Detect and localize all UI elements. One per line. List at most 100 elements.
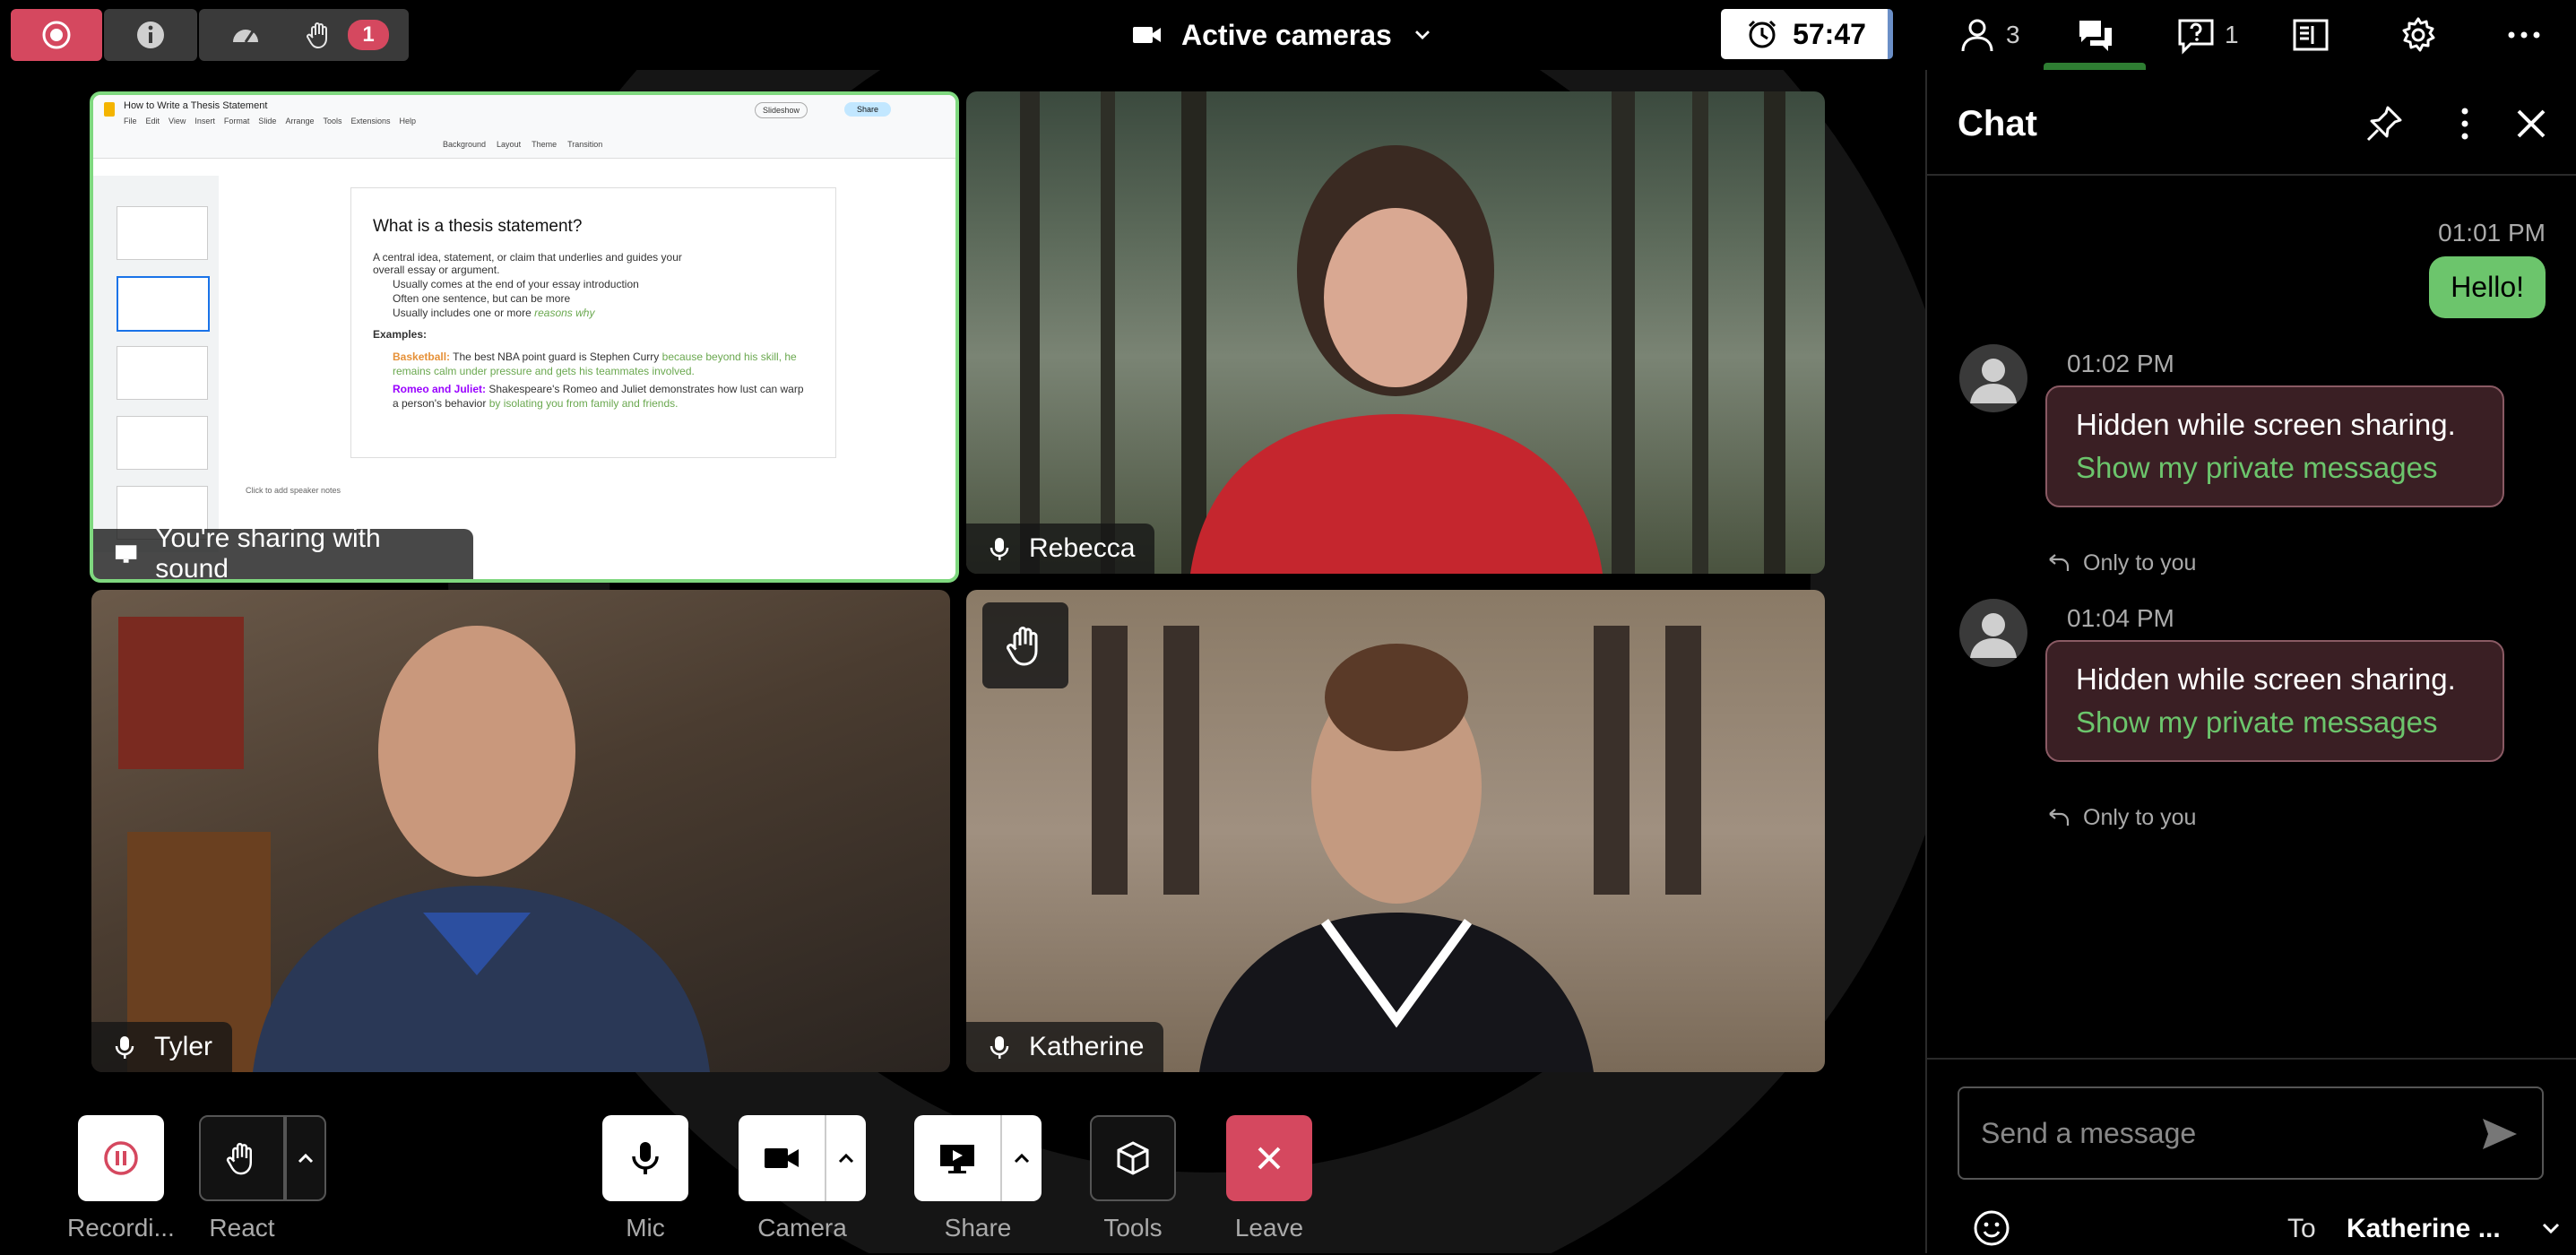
toolbar-item[interactable]: Background	[443, 140, 486, 149]
sent-message-bubble: Hello!	[2429, 256, 2546, 318]
private-message-bubble: Hidden while screen sharing. Show my pri…	[2045, 385, 2504, 507]
share-options-toggle[interactable]	[1000, 1115, 1042, 1201]
mic-button[interactable]	[602, 1115, 688, 1201]
slide-bullet: Often one sentence, but can be more	[393, 292, 571, 305]
gauge-icon	[233, 30, 258, 43]
share-status-pill: You're sharing with sound	[93, 524, 473, 579]
recording-indicator-button[interactable]	[11, 9, 102, 61]
menu-item[interactable]: Format	[224, 117, 250, 126]
meeting-info-button[interactable]	[104, 9, 197, 61]
camera-options-toggle[interactable]	[825, 1115, 866, 1201]
meeting-timer[interactable]: 57:47	[1721, 9, 1891, 59]
menu-item[interactable]: Tools	[323, 117, 341, 126]
chevron-up-icon	[838, 1153, 854, 1164]
monitor-icon	[115, 545, 137, 563]
more-options-button[interactable]	[2504, 11, 2544, 59]
chevron-down-icon	[1414, 30, 1430, 40]
participant-tile[interactable]: Rebecca	[966, 91, 1825, 574]
slideshow-button[interactable]: Slideshow	[755, 102, 808, 118]
pin-icon[interactable]	[2363, 102, 2406, 145]
message-time: 01:04 PM	[2067, 604, 2174, 632]
raised-hands-button[interactable]: 1	[283, 9, 409, 61]
send-icon[interactable]	[2479, 1113, 2520, 1155]
share-screen-button[interactable]	[914, 1115, 1000, 1201]
questions-count: 1	[2225, 21, 2239, 48]
menu-item[interactable]: View	[169, 117, 186, 126]
slide-bullet-text: Usually includes one or more	[393, 307, 532, 319]
settings-button[interactable]	[2399, 11, 2438, 59]
menu-item[interactable]: Slide	[258, 117, 276, 126]
view-selector[interactable]: Active cameras	[1131, 11, 1435, 59]
hand-icon	[226, 1142, 252, 1175]
menu-item[interactable]: Help	[400, 117, 417, 126]
tools-button[interactable]	[1090, 1115, 1176, 1201]
slide-thumbnail[interactable]	[117, 346, 208, 400]
message-input[interactable]: Send a message	[1958, 1086, 2544, 1180]
emoji-icon[interactable]	[1972, 1208, 2011, 1248]
screen-share-tile[interactable]: How to Write a Thesis Statement File Edi…	[90, 91, 959, 583]
visibility-note: Only to you	[2047, 550, 2196, 576]
record-icon	[42, 21, 71, 49]
slide-thumbnail[interactable]	[117, 276, 210, 332]
show-private-messages-link[interactable]: Show my private messages	[2076, 705, 2438, 739]
recording-label: Recordi...	[67, 1214, 175, 1242]
whiteboard-button[interactable]	[2291, 11, 2330, 59]
avatar	[1959, 599, 2027, 667]
slides-toolbar: How to Write a Thesis Statement File Edi…	[93, 95, 955, 159]
more-vertical-icon[interactable]	[2443, 102, 2486, 145]
chat-icon	[2079, 21, 2112, 51]
slide-title: What is a thesis statement?	[373, 217, 583, 236]
show-private-messages-link[interactable]: Show my private messages	[2076, 451, 2438, 484]
participant-name: Rebecca	[1029, 533, 1136, 563]
camera-icon	[1133, 27, 1161, 43]
react-options-toggle[interactable]	[285, 1115, 326, 1201]
recipient-select[interactable]: Katherine ...	[2347, 1214, 2501, 1244]
raised-hands-count: 1	[348, 20, 389, 50]
leave-label: Leave	[1234, 1214, 1304, 1242]
close-icon[interactable]	[2510, 102, 2553, 145]
slide-thumbnail[interactable]	[117, 206, 208, 260]
chat-title: Chat	[1958, 104, 2037, 143]
slide-canvas[interactable]: What is a thesis statement? A central id…	[351, 188, 835, 457]
menu-item[interactable]: Insert	[194, 117, 215, 126]
example-text: The best NBA point guard is Stephen Curr…	[453, 351, 660, 363]
camera-label: Camera	[757, 1214, 847, 1242]
slide-thumbnail[interactable]	[117, 416, 208, 470]
toolbar-item[interactable]: Theme	[532, 140, 557, 149]
menu-item[interactable]: File	[124, 117, 137, 126]
cube-icon	[1117, 1141, 1149, 1175]
leave-control: Leave	[1226, 1115, 1312, 1242]
message-text: Hidden while screen sharing.	[2076, 662, 2456, 696]
participant-tile[interactable]: Tyler	[91, 590, 950, 1072]
mic-icon	[115, 1036, 134, 1059]
speaker-notes[interactable]: Click to add speaker notes	[246, 486, 341, 495]
participant-name: Tyler	[154, 1032, 213, 1061]
timer-value: 57:47	[1793, 17, 1866, 50]
share-control: Share	[914, 1115, 1042, 1242]
recipient-label: To	[2287, 1214, 2316, 1243]
recording-button[interactable]	[77, 1115, 164, 1201]
notes-icon	[2293, 19, 2329, 51]
leave-button[interactable]	[1226, 1115, 1312, 1201]
slides-menu: File Edit View Insert Format Slide Arran…	[124, 117, 416, 126]
chevron-up-icon	[298, 1153, 314, 1164]
react-label: React	[209, 1214, 275, 1242]
chat-button[interactable]	[2076, 11, 2115, 59]
participants-button[interactable]: 3	[1958, 11, 2020, 59]
participant-tile[interactable]: Katherine	[966, 590, 1825, 1072]
toolbar-item[interactable]: Layout	[497, 140, 521, 149]
performance-button[interactable]	[199, 9, 292, 61]
react-button[interactable]	[199, 1115, 285, 1201]
menu-item[interactable]: Edit	[146, 117, 160, 126]
camera-button[interactable]	[739, 1115, 825, 1201]
menu-item[interactable]: Extensions	[350, 117, 390, 126]
chat-panel: Chat 01:01 PM Hello! 01:02 PM Hidden whi…	[1925, 70, 2576, 1253]
question-icon	[2178, 19, 2214, 55]
toolbar-item[interactable]: Transition	[567, 140, 602, 149]
menu-item[interactable]: Arrange	[285, 117, 314, 126]
share-doc-button[interactable]: Share	[844, 102, 892, 117]
questions-button[interactable]: 1	[2176, 11, 2239, 59]
chevron-down-icon[interactable]	[2538, 1216, 2563, 1241]
chevron-up-icon	[1014, 1153, 1030, 1164]
timer-progress	[1888, 9, 1893, 59]
